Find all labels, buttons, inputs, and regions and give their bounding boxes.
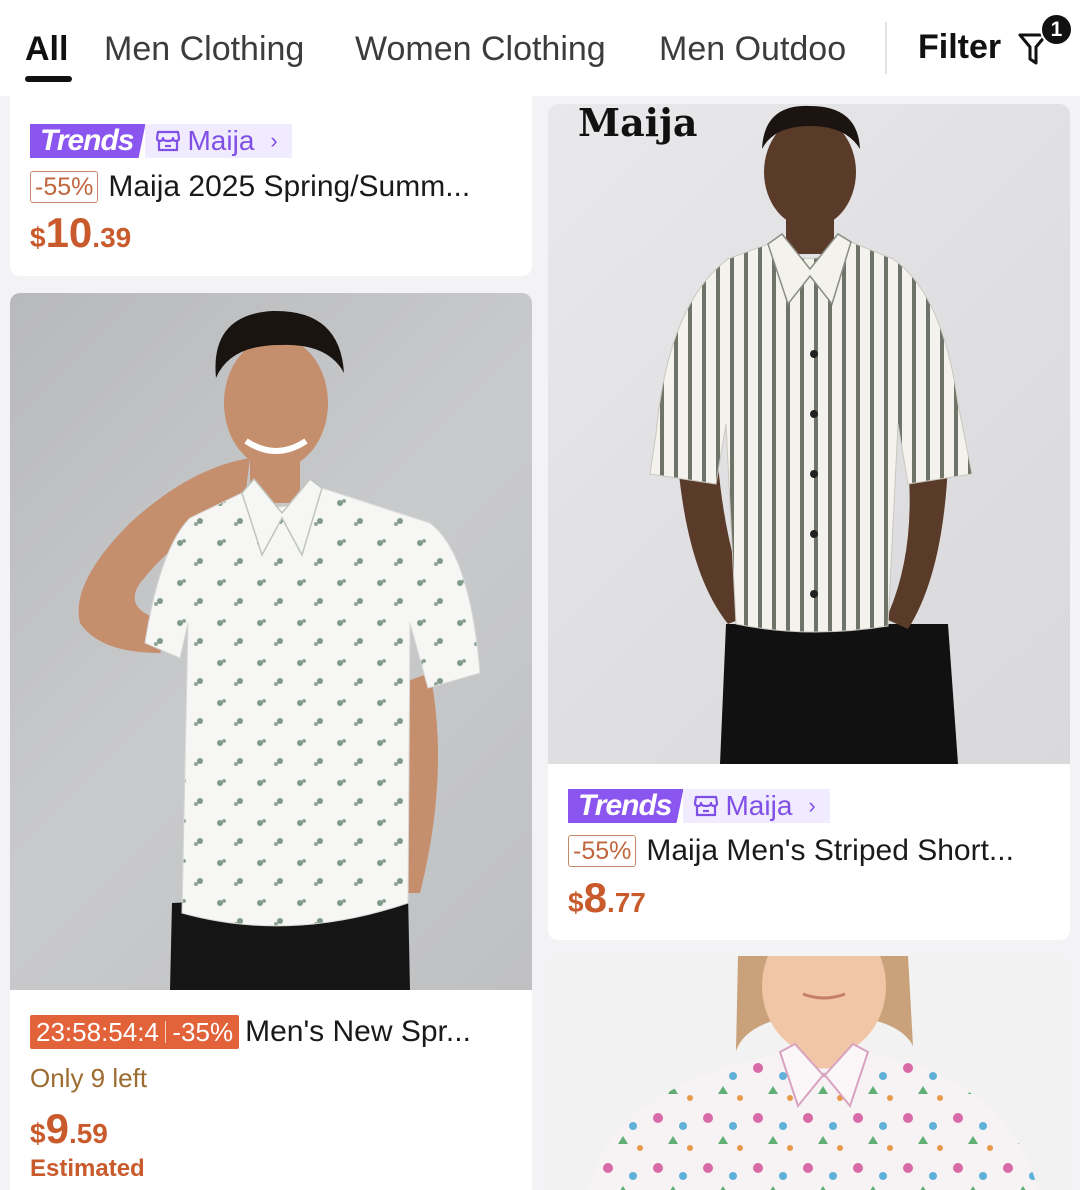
- tab-all[interactable]: All: [25, 30, 68, 69]
- tab-divider: [885, 22, 887, 74]
- badge-row: Trends Maija ›: [568, 788, 830, 824]
- store-name: Maija: [187, 125, 255, 156]
- floral-shirt-model-image: [78, 310, 481, 990]
- product-title[interactable]: Maija 2025 Spring/Summ...: [108, 170, 470, 204]
- brand-watermark: Maija: [578, 104, 698, 145]
- flash-sale-badge: 23:58:54:4 -35%: [30, 1015, 240, 1049]
- store-link[interactable]: Maija ›: [683, 789, 830, 823]
- product-image[interactable]: [548, 956, 1070, 1190]
- discount-badge: -55%: [30, 171, 99, 203]
- trends-badge: Trends: [30, 124, 146, 158]
- product-price: $8.77: [568, 874, 646, 921]
- tab-men-outdoor[interactable]: Men Outdoo: [659, 30, 846, 69]
- product-card-3[interactable]: 23:58:54:4 -35% Men's New Spr... Only 9 …: [10, 293, 532, 1190]
- chevron-right-icon: ›: [270, 128, 278, 153]
- countdown-timer: 23:58:54:4: [36, 1016, 159, 1047]
- kids-print-shirt-image: [588, 956, 1038, 1190]
- badge-row: Trends Maija ›: [30, 123, 292, 159]
- discount-label: -35%: [172, 1016, 234, 1047]
- tab-women-clothing[interactable]: Women Clothing: [355, 30, 606, 69]
- store-name: Maija: [725, 790, 793, 821]
- store-icon: [694, 795, 719, 817]
- store-link[interactable]: Maija ›: [145, 124, 292, 158]
- product-card-2[interactable]: Maija Trends Maija › -55% Maija Men's St…: [548, 104, 1070, 940]
- product-card-4[interactable]: [548, 956, 1070, 1190]
- active-tab-indicator: [25, 76, 72, 82]
- product-title[interactable]: Maija Men's Striped Short...: [646, 834, 1014, 868]
- product-image[interactable]: [10, 293, 532, 990]
- filter-count-badge: 1: [1040, 13, 1073, 46]
- product-image[interactable]: Maija: [548, 104, 1070, 764]
- product-card-1[interactable]: Trends Maija › -55% Maija 2025 Spring/Su…: [10, 96, 532, 276]
- title-row: 23:58:54:4 -35% Men's New Spr...: [30, 1013, 471, 1051]
- tab-men-clothing[interactable]: Men Clothing: [104, 30, 304, 69]
- price-estimated-label: Estimated: [30, 1155, 145, 1182]
- filter-button[interactable]: Filter: [918, 28, 1001, 67]
- striped-shirt-model-image: Maija: [578, 104, 973, 764]
- trends-badge: Trends: [568, 789, 684, 823]
- title-row: -55% Maija Men's Striped Short...: [568, 832, 1014, 870]
- category-tab-bar: All Men Clothing Women Clothing Men Outd…: [0, 0, 1080, 96]
- chevron-right-icon: ›: [808, 793, 816, 818]
- product-price: $9.59: [30, 1105, 108, 1152]
- store-icon: [156, 130, 181, 152]
- product-title[interactable]: Men's New Spr...: [245, 1015, 471, 1049]
- product-price: $10.39: [30, 209, 132, 256]
- discount-badge: -55%: [568, 835, 637, 867]
- title-row: -55% Maija 2025 Spring/Summ...: [30, 168, 470, 206]
- stock-notice: Only 9 left: [30, 1063, 148, 1093]
